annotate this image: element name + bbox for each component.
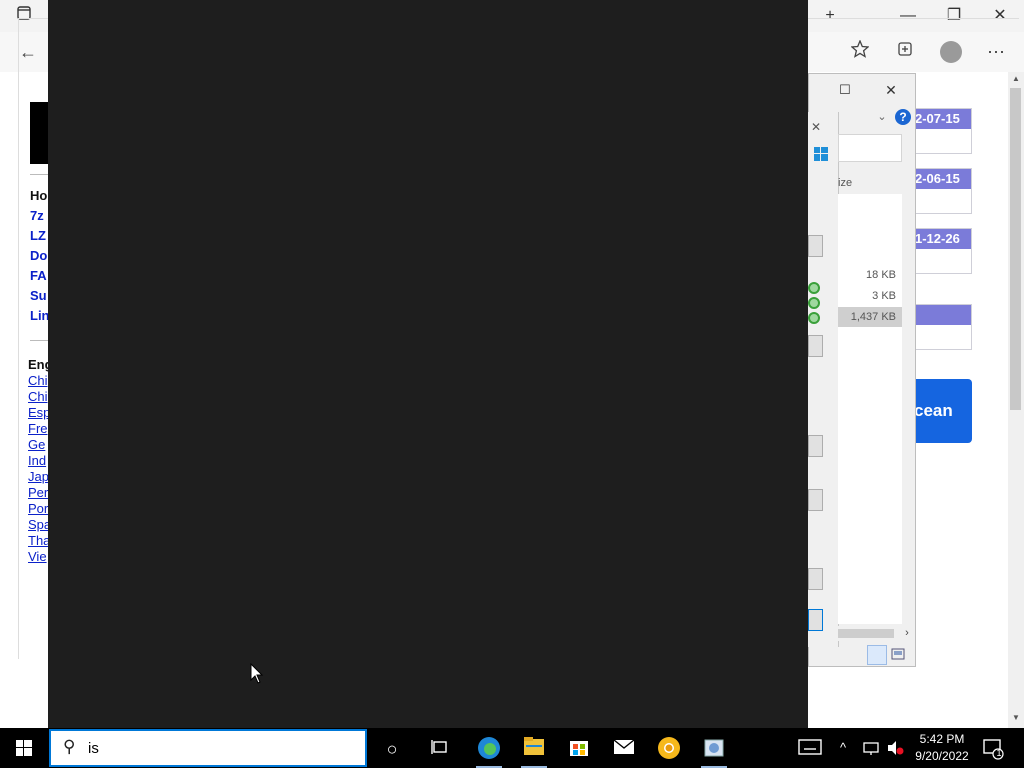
release-card[interactable]: 2-06-15 — [912, 168, 972, 214]
clock-time: 5:42 PM — [919, 732, 965, 746]
keyboard-icon[interactable] — [798, 738, 822, 759]
cortana-icon[interactable]: ○ — [379, 736, 405, 762]
release-date: 1-12-26 — [913, 229, 971, 249]
file-size-selected[interactable]: 1,437 KB — [838, 307, 902, 327]
lang-link[interactable]: Per — [28, 485, 48, 500]
mouse-cursor-icon — [250, 663, 264, 684]
dialog-button[interactable] — [808, 568, 823, 590]
mail-icon[interactable] — [611, 736, 637, 762]
file-size[interactable]: 3 KB — [838, 286, 902, 306]
dialog-button[interactable] — [808, 335, 823, 357]
release-date: 2-07-15 — [913, 109, 971, 129]
system-clock[interactable]: 5:42 PM 9/20/2022 — [912, 731, 972, 765]
taskbar-search-box[interactable]: ⚲ is — [49, 729, 367, 767]
divider — [30, 174, 50, 175]
nav-link-lzma[interactable]: LZ — [30, 228, 46, 243]
search-input[interactable]: is — [88, 740, 99, 757]
size-column-header[interactable]: ize — [838, 177, 852, 189]
nav-link-home[interactable]: Ho — [30, 188, 47, 203]
chevron-down-icon[interactable]: ⌄ — [872, 107, 892, 127]
scroll-right-arrow[interactable]: › — [897, 626, 917, 641]
ocean-ad-button[interactable]: cean — [912, 379, 972, 443]
dialog-maximize-button[interactable]: ☐ — [835, 80, 855, 100]
file-list[interactable] — [838, 194, 902, 624]
nav-link-faq[interactable]: FA — [30, 268, 47, 283]
file-size[interactable]: 18 KB — [838, 265, 902, 285]
dialog-button[interactable] — [808, 435, 823, 457]
scroll-down-arrow[interactable]: ▼ — [1010, 713, 1022, 725]
lang-link[interactable]: Chi — [28, 373, 48, 388]
file-explorer-icon[interactable] — [521, 736, 547, 762]
page-scrollbar-thumb[interactable] — [1010, 88, 1021, 410]
7zip-app-icon[interactable] — [701, 736, 727, 762]
dialog-default-button[interactable] — [808, 609, 823, 631]
release-date: 2-06-15 — [913, 169, 971, 189]
help-icon[interactable]: ? — [895, 109, 911, 125]
clock-date: 9/20/2022 — [915, 749, 969, 763]
details-view-icon[interactable] — [867, 645, 887, 665]
status-ok-icon — [808, 312, 820, 324]
task-view-icon[interactable] — [427, 736, 453, 762]
nav-link-links[interactable]: Lin — [30, 308, 50, 323]
chrome-canary-icon[interactable] — [656, 736, 682, 762]
volume-muted-icon[interactable] — [886, 740, 904, 759]
microsoft-store-icon[interactable] — [566, 736, 592, 762]
release-card[interactable]: 1-12-26 — [912, 228, 972, 274]
nav-link-download[interactable]: Do — [30, 248, 47, 263]
network-icon[interactable] — [862, 740, 880, 759]
preview-view-icon[interactable] — [889, 645, 909, 665]
lang-link[interactable]: Chi — [28, 389, 48, 404]
lang-link[interactable]: Jap — [28, 469, 49, 484]
lang-link[interactable]: Ind — [28, 453, 46, 468]
status-ok-icon — [808, 282, 820, 294]
list-horizontal-thumb[interactable] — [838, 629, 894, 638]
start-search-panel — [48, 0, 808, 728]
divider — [30, 340, 50, 341]
inner-close-icon[interactable]: ✕ — [806, 117, 826, 137]
lang-link[interactable]: Vie — [28, 549, 47, 564]
release-date-empty — [913, 305, 971, 325]
release-card[interactable]: 2-07-15 — [912, 108, 972, 154]
search-icon: ⚲ — [63, 737, 76, 756]
lang-link[interactable]: Por — [28, 501, 48, 516]
nav-link-7z[interactable]: 7z — [30, 208, 44, 223]
lang-link[interactable]: Fre — [28, 421, 48, 436]
dialog-dropdown[interactable] — [808, 489, 823, 511]
lang-link[interactable]: Ge — [28, 437, 45, 452]
windows-start-icon[interactable] — [16, 740, 32, 756]
show-hidden-icons[interactable]: ^ — [840, 740, 846, 755]
release-card[interactable] — [912, 304, 972, 350]
nav-link-support[interactable]: Su — [30, 288, 47, 303]
status-ok-icon — [808, 297, 820, 309]
dialog-close-button[interactable]: ✕ — [881, 80, 901, 100]
inner-dialog-panel — [808, 112, 839, 647]
windows-icon — [814, 147, 828, 161]
notification-count: 1 — [996, 748, 1002, 758]
address-field[interactable] — [838, 134, 902, 162]
edge-browser-icon[interactable] — [476, 736, 502, 762]
scroll-up-arrow[interactable]: ▲ — [1010, 74, 1022, 86]
dialog-button[interactable] — [808, 235, 823, 257]
